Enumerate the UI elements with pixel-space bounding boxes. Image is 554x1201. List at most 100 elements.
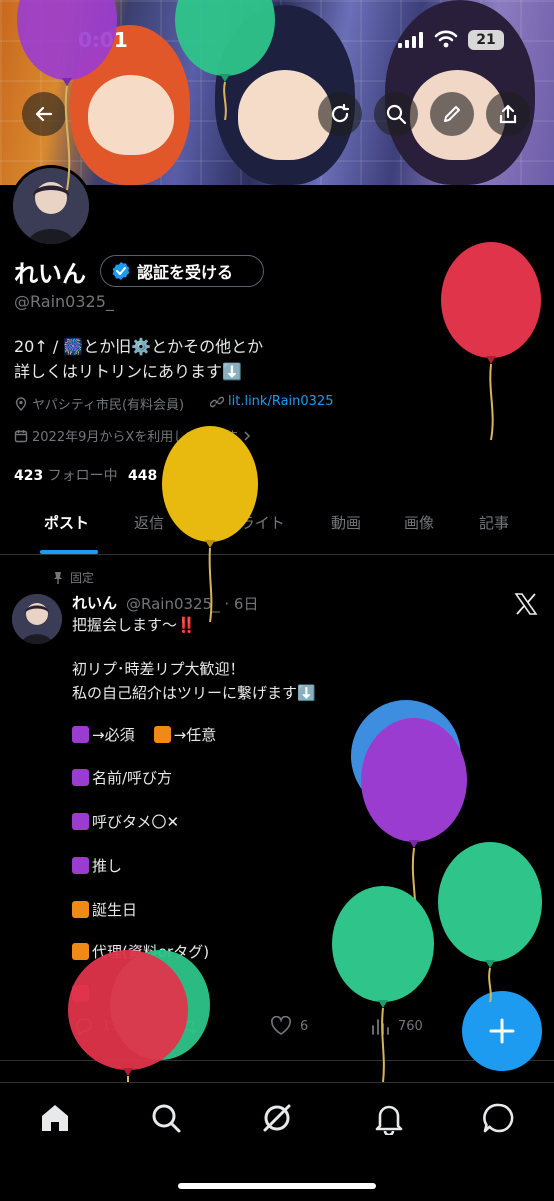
like-action[interactable]: 6	[270, 1016, 308, 1036]
tab-videos[interactable]: 動画	[331, 512, 361, 533]
search-button[interactable]	[374, 92, 418, 136]
profile-bio: 20↑ / 🎆とか旧⚙️とかその他とか 詳しくはリトリンにあります⬇️	[14, 334, 263, 384]
post-item-1: 名前/呼び方	[72, 767, 172, 788]
profile-link[interactable]: lit.link/Rain0325	[210, 394, 333, 409]
post-author-name[interactable]: れいん	[72, 592, 117, 613]
reply-count: 13	[102, 1018, 119, 1034]
purple-square-icon	[72, 726, 89, 743]
home-indicator	[178, 1183, 376, 1189]
back-button[interactable]	[22, 92, 66, 136]
red-square-icon	[72, 985, 89, 1002]
post-item-3: 推し	[72, 855, 122, 876]
home-icon	[42, 1105, 68, 1131]
bell-icon	[375, 1105, 403, 1137]
legend-optional: →任意	[173, 726, 217, 744]
edit-icon	[444, 106, 460, 122]
wifi-icon	[434, 30, 458, 52]
post-legend: →必須 →任意	[72, 724, 216, 745]
post-line-1: 把握会します〜‼️	[72, 616, 196, 634]
edit-button[interactable]	[430, 92, 474, 136]
like-count: 6	[300, 1018, 309, 1034]
item-3-text: 推し	[92, 857, 123, 875]
item-2-text: 呼びタメ〇✕	[92, 813, 180, 831]
post-item-5: 代理(資料orタグ)	[72, 941, 209, 962]
link-icon	[210, 396, 224, 407]
tab-replies[interactable]: 返信	[134, 512, 164, 533]
following-label: フォロー中	[47, 468, 118, 484]
status-time: 0:01	[78, 28, 128, 52]
post-item-6	[72, 985, 92, 1003]
followers-stat[interactable]: 448 フォロワー	[128, 465, 232, 485]
profile-location: ヤパシティ市民(有料会員)	[14, 394, 184, 413]
views-icon	[372, 1019, 389, 1035]
verified-badge-icon	[112, 262, 130, 280]
profile-joined[interactable]: 2022年9月からXを利用しています	[14, 426, 252, 445]
back-arrow-icon	[35, 106, 53, 122]
tab-images[interactable]: 画像	[404, 512, 434, 533]
calendar-icon	[14, 429, 28, 442]
reply-icon	[76, 1018, 92, 1036]
location-text: ヤパシティ市民(有料会員)	[32, 398, 185, 413]
balloon-blue	[351, 700, 461, 812]
balloon-green-right	[438, 842, 542, 1002]
search-icon	[386, 104, 407, 125]
messages-icon	[483, 1103, 514, 1133]
signal-icon	[398, 32, 424, 52]
repost-action[interactable]	[176, 1016, 198, 1036]
battery-icon: 21	[468, 30, 504, 50]
post-avatar[interactable]	[12, 594, 62, 644]
balloon-green-middle	[332, 886, 434, 1082]
like-icon	[271, 1016, 291, 1035]
joined-text: 2022年9月からXを利用しています	[32, 430, 238, 445]
pinned-label: 固定	[70, 571, 95, 585]
purple-square-icon	[72, 769, 89, 786]
share-icon	[499, 104, 517, 124]
pin-icon	[54, 571, 62, 584]
share-button[interactable]	[486, 92, 530, 136]
orange-square-icon	[153, 726, 171, 743]
nav-search[interactable]	[149, 1101, 183, 1135]
nav-messages[interactable]	[482, 1101, 516, 1135]
get-verified-button[interactable]: 認証を受ける	[100, 255, 264, 287]
views-action[interactable]: 760	[370, 1016, 423, 1036]
post-item-2: 呼びタメ〇✕	[72, 811, 179, 832]
balloon-purple-middle	[361, 718, 467, 925]
following-stat[interactable]: 423 フォロー中	[14, 465, 118, 485]
item-1-text: 名前/呼び方	[92, 769, 173, 787]
nav-grok[interactable]	[260, 1101, 294, 1135]
location-icon	[15, 396, 27, 411]
chevron-right-icon	[244, 430, 250, 441]
purple-square-icon	[72, 813, 89, 830]
get-verified-label: 認証を受ける	[137, 263, 234, 282]
tab-posts[interactable]: ポスト	[44, 512, 89, 533]
item-4-text: 誕生日	[92, 901, 138, 919]
tab-articles[interactable]: 記事	[479, 512, 509, 533]
profile-name: れいん	[14, 260, 86, 288]
compose-button[interactable]	[462, 991, 542, 1071]
bio-line-1: 20↑ / 🎆とか旧⚙️とかその他とか	[14, 337, 264, 356]
item-5-text: 代理(資料orタグ)	[92, 943, 210, 961]
x-logo-icon[interactable]	[514, 593, 538, 619]
followers-count: 448	[128, 468, 158, 484]
reply-action[interactable]: 13	[74, 1016, 119, 1036]
balloon-red-right	[441, 242, 541, 441]
tabs-divider	[0, 554, 554, 555]
post-item-4: 誕生日	[72, 899, 137, 920]
nav-notifications[interactable]	[372, 1101, 406, 1137]
post-author-handle[interactable]: @Rain0325_ · 6日	[126, 593, 258, 614]
legend-required: →必須	[92, 726, 135, 744]
tab-highlights[interactable]: ハイライト	[210, 512, 285, 533]
bio-line-2: 詳しくはリトリンにあります⬇️	[14, 362, 242, 381]
pinned-indicator: 固定	[52, 569, 94, 586]
profile-avatar[interactable]	[10, 165, 92, 247]
plus-icon	[489, 1018, 515, 1044]
battery-level: 21	[476, 32, 496, 48]
nav-home[interactable]	[38, 1101, 72, 1135]
refresh-button[interactable]	[318, 92, 362, 136]
banner-character-left-face	[88, 75, 174, 155]
views-count: 760	[398, 1018, 423, 1034]
grok-icon	[263, 1104, 291, 1132]
followers-label: フォロワー	[161, 468, 232, 484]
link-text[interactable]: lit.link/Rain0325	[228, 394, 333, 409]
post-line-2: 初リプ･時差リプ大歓迎！	[72, 660, 245, 678]
